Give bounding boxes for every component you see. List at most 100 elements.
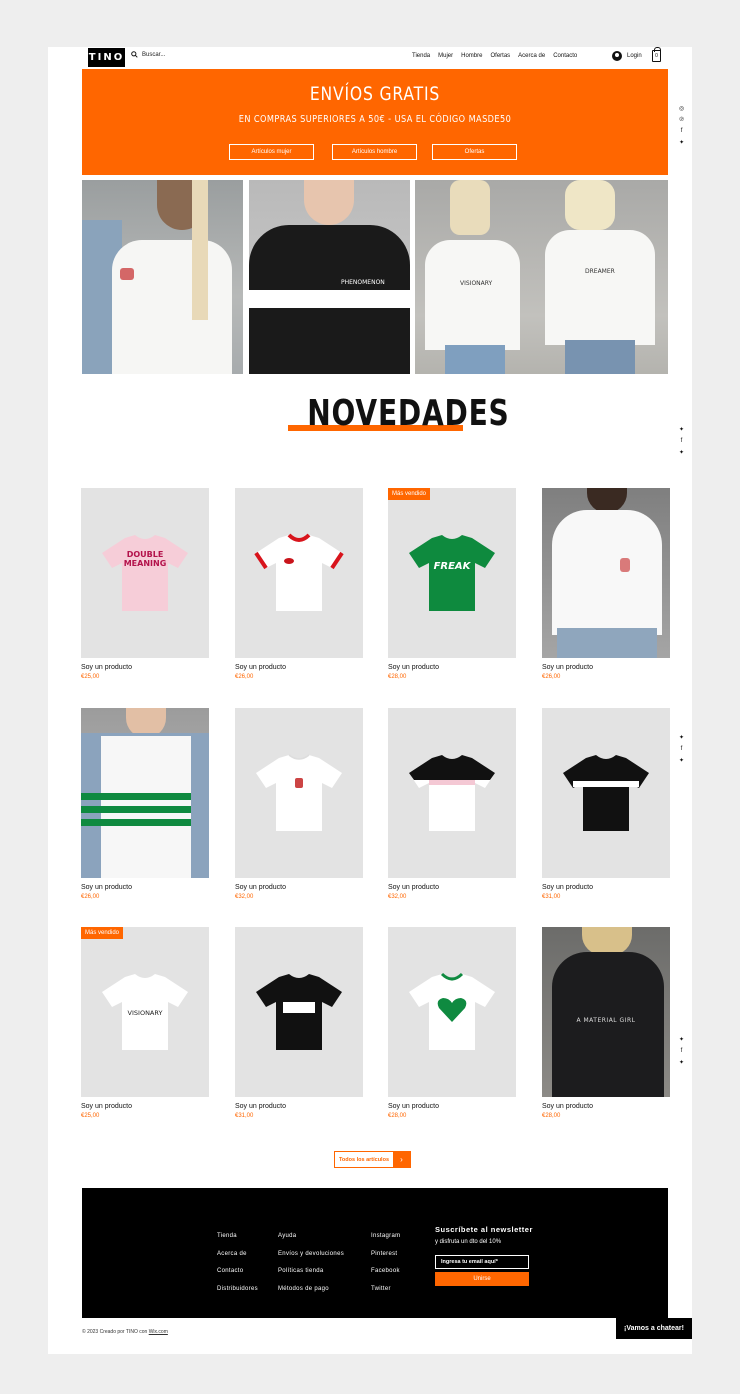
all-items-button[interactable]: Todos los artículos ›	[334, 1151, 411, 1168]
product-name[interactable]: Soy un producto	[235, 664, 363, 671]
twitter-icon[interactable]: ✦	[679, 1036, 684, 1043]
footer-link[interactable]: Acerca de	[217, 1246, 258, 1264]
facebook-icon[interactable]: f	[681, 1048, 683, 1054]
footer-link[interactable]: Twitter	[371, 1281, 400, 1299]
product-name[interactable]: Soy un producto	[388, 664, 516, 671]
product-card[interactable]: Soy un producto €26,00	[235, 488, 363, 680]
hero-image-man[interactable]: PHENOMENON	[249, 180, 410, 374]
hair-left	[450, 180, 490, 235]
product-image[interactable]	[235, 488, 363, 658]
product-image[interactable]	[235, 708, 363, 878]
shirt-print-visionary: VISIONARY	[460, 280, 493, 287]
nav-item-acerca[interactable]: Acerca de	[518, 53, 545, 59]
product-name[interactable]: Soy un producto	[542, 884, 670, 891]
offers-button[interactable]: Ofertas	[432, 144, 517, 160]
nav-item-tienda[interactable]: Tienda	[412, 53, 430, 59]
instagram-icon[interactable]: ◎	[679, 105, 684, 112]
product-name[interactable]: Soy un producto	[235, 884, 363, 891]
shirt-print: A MATERIAL GIRL	[576, 1017, 636, 1024]
twitter-icon[interactable]: ✦	[679, 449, 684, 456]
facebook-icon[interactable]: f	[681, 746, 683, 752]
bestseller-badge: Más vendido	[388, 488, 431, 500]
shirt-print: DOUBLE MEANING	[123, 550, 167, 568]
mens-items-button[interactable]: Artículos hombre	[332, 144, 417, 160]
product-image[interactable]: Más vendido FREAK	[388, 488, 516, 658]
product-card[interactable]: Más vendido FREAK Soy un producto €28,00	[388, 488, 516, 680]
product-image[interactable]	[81, 708, 209, 878]
product-image[interactable]	[542, 708, 670, 878]
twitter-icon[interactable]: ✦	[679, 757, 684, 764]
product-card[interactable]: Más vendido VISIONARY Soy un producto €2…	[81, 927, 209, 1119]
logo[interactable]: TINO	[88, 48, 125, 67]
section-title: NOVEDADES	[307, 393, 510, 434]
product-image[interactable]: A MATERIAL GIRL	[542, 927, 670, 1097]
copyright: © 2023 Creado por TINO con Wix.com	[82, 1329, 168, 1335]
product-card[interactable]: A MATERIAL GIRL Soy un producto €28,00	[542, 927, 670, 1119]
product-card[interactable]: Soy un producto €32,00	[235, 708, 363, 900]
product-price: €32,00	[388, 894, 407, 900]
facebook-icon[interactable]: f	[681, 128, 683, 134]
footer-link[interactable]: Distribuidores	[217, 1281, 258, 1299]
nav-item-mujer[interactable]: Mujer	[438, 53, 453, 59]
product-name[interactable]: Soy un producto	[81, 1103, 209, 1110]
hero-image-couple[interactable]: VISIONARY DREAMER	[415, 180, 668, 374]
wix-link[interactable]: Wix.com	[149, 1329, 168, 1335]
product-image[interactable]	[542, 488, 670, 658]
footer-link[interactable]: Tienda	[217, 1228, 258, 1246]
jeans	[557, 628, 657, 658]
cart-icon[interactable]: 0	[652, 47, 661, 62]
product-card[interactable]: Soy un producto €31,00	[542, 708, 670, 900]
footer-link[interactable]: Facebook	[371, 1263, 400, 1281]
footer-link[interactable]: Envíos y devoluciones	[278, 1246, 344, 1264]
womens-items-button[interactable]: Artículos mujer	[229, 144, 314, 160]
social-bar: ◎ ℗ f ✦	[679, 105, 684, 146]
product-name[interactable]: Soy un producto	[388, 884, 516, 891]
login-button[interactable]: Login	[612, 51, 642, 61]
product-card[interactable]: Soy un producto €28,00	[388, 927, 516, 1119]
newsletter-submit-button[interactable]: Unirse	[435, 1272, 529, 1286]
search-bar[interactable]: Buscar...	[131, 51, 165, 58]
product-name[interactable]: Soy un producto	[542, 1103, 670, 1110]
product-name[interactable]: Soy un producto	[388, 1103, 516, 1110]
product-card[interactable]: NATIVE Soy un producto €31,00	[235, 927, 363, 1119]
product-name[interactable]: Soy un producto	[81, 664, 209, 671]
hero-image-woman[interactable]	[82, 180, 243, 374]
product-price: €28,00	[388, 674, 407, 680]
footer-link[interactable]: Políticas tienda	[278, 1263, 344, 1281]
search-input[interactable]: Buscar...	[142, 52, 165, 58]
product-image[interactable]	[388, 708, 516, 878]
footer-link[interactable]: Pinterest	[371, 1246, 400, 1264]
twitter-icon[interactable]: ✦	[679, 734, 684, 741]
facebook-icon[interactable]: f	[681, 438, 683, 444]
product-image[interactable]	[388, 927, 516, 1097]
footer-link[interactable]: Contacto	[217, 1263, 258, 1281]
footer-link[interactable]: Métodos de pago	[278, 1281, 344, 1299]
hair-right	[565, 180, 615, 230]
product-card[interactable]: Soy un producto €26,00	[81, 708, 209, 900]
footer-link[interactable]: Instagram	[371, 1228, 400, 1246]
product-image[interactable]: Más vendido VISIONARY	[81, 927, 209, 1097]
nav-item-contacto[interactable]: Contacto	[553, 53, 577, 59]
product-image[interactable]: DOUBLE MEANING	[81, 488, 209, 658]
footer-col-social: Instagram Pinterest Facebook Twitter	[371, 1228, 400, 1298]
product-name[interactable]: Soy un producto	[235, 1103, 363, 1110]
nav-item-hombre[interactable]: Hombre	[461, 53, 482, 59]
product-image[interactable]: NATIVE	[235, 927, 363, 1097]
main-nav: Tienda Mujer Hombre Ofertas Acerca de Co…	[412, 53, 577, 59]
product-card[interactable]: Soy un producto €32,00	[388, 708, 516, 900]
product-card[interactable]: Soy un producto €26,00	[542, 488, 670, 680]
twitter-icon[interactable]: ✦	[679, 426, 684, 433]
newsletter-email-input[interactable]: Ingresa tu email aquí*	[435, 1255, 529, 1269]
twitter-icon[interactable]: ✦	[679, 1059, 684, 1066]
chat-button[interactable]: ¡Vamos a chatear!	[616, 1318, 692, 1339]
avatar-icon	[612, 51, 622, 61]
pinterest-icon[interactable]: ℗	[679, 117, 683, 123]
product-card[interactable]: DOUBLE MEANING Soy un producto €25,00	[81, 488, 209, 680]
twitter-icon[interactable]: ✦	[679, 139, 684, 146]
footer-link[interactable]: Ayuda	[278, 1228, 344, 1246]
product-name[interactable]: Soy un producto	[81, 884, 209, 891]
jeans-left	[445, 345, 505, 374]
product-price: €28,00	[388, 1113, 407, 1119]
nav-item-ofertas[interactable]: Ofertas	[490, 53, 510, 59]
product-name[interactable]: Soy un producto	[542, 664, 670, 671]
